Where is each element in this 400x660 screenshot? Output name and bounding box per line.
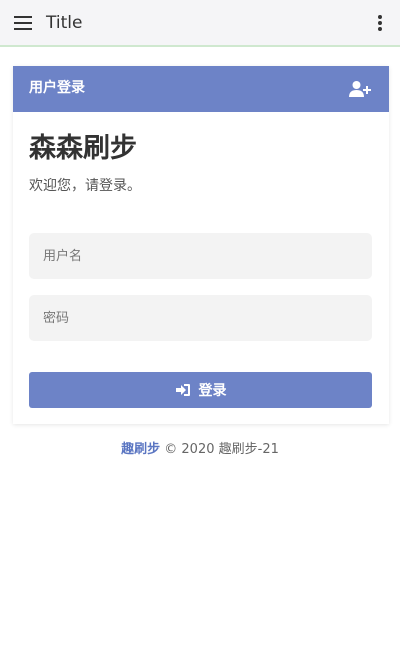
user-add-icon[interactable] [349, 80, 371, 98]
password-input[interactable] [29, 295, 372, 341]
welcome-text: 欢迎您，请登录。 [29, 178, 141, 194]
login-card: 用户登录 森森刷步 欢迎您，请登录。 登录 [13, 66, 389, 424]
menu-icon[interactable] [14, 15, 32, 31]
footer: 趣刷步 © 2020 趣刷步-21 [0, 441, 400, 459]
username-input[interactable] [29, 233, 372, 279]
sign-in-icon [175, 384, 190, 396]
card-header: 用户登录 [13, 66, 389, 112]
app-title: Title [46, 13, 83, 33]
footer-copyright: © 2020 趣刷步-21 [160, 442, 279, 457]
footer-link[interactable]: 趣刷步 [121, 442, 160, 457]
brand-title: 森森刷步 [29, 133, 137, 164]
login-button-label: 登录 [198, 383, 227, 399]
card-header-title: 用户登录 [29, 80, 85, 96]
app-bar: Title [0, 0, 400, 47]
more-vert-icon[interactable] [378, 15, 382, 33]
login-button[interactable]: 登录 [29, 372, 372, 408]
